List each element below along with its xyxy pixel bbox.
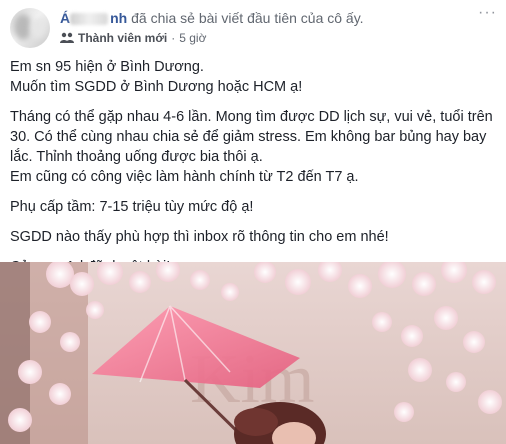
meta-separator: · — [171, 31, 176, 45]
post-meta: Thành viên mới · 5 giờ — [60, 31, 206, 45]
avatar-blur-shape — [30, 18, 46, 38]
post-card: Ánh đã chia sẻ bài viết đầu tiên của cô … — [0, 0, 506, 444]
post-paragraph: Tháng có thể gặp nhau 4-6 lần. Mong tìm … — [10, 109, 493, 185]
author-avatar[interactable] — [10, 8, 50, 48]
post-header: Ánh đã chia sẻ bài viết đầu tiên của cô … — [60, 10, 364, 26]
post-action-text: đã chia sẻ bài viết đầu tiên của cô ấy. — [131, 10, 364, 26]
post-photo[interactable]: Kim — [0, 262, 506, 444]
members-icon — [60, 32, 74, 43]
post-body: Em sn 95 hiện ở Bình Dương. Muốn tìm SGD… — [10, 57, 496, 287]
new-member-badge[interactable]: Thành viên mới — [78, 31, 167, 45]
author-name[interactable]: Ánh — [60, 10, 127, 26]
post-paragraph: SGDD nào thấy phù hợp thì inbox rõ thông… — [10, 229, 389, 245]
more-options-icon[interactable]: ··· — [478, 4, 497, 22]
post-paragraph: Em sn 95 hiện ở Bình Dương. Muốn tìm SGD… — [10, 59, 303, 95]
photo-illustration: Kim — [0, 262, 506, 444]
post-paragraph: Phụ cấp tầm: 7-15 triệu tùy mức độ ạ! — [10, 199, 254, 215]
post-timestamp[interactable]: 5 giờ — [179, 31, 206, 45]
name-redaction — [70, 13, 109, 26]
